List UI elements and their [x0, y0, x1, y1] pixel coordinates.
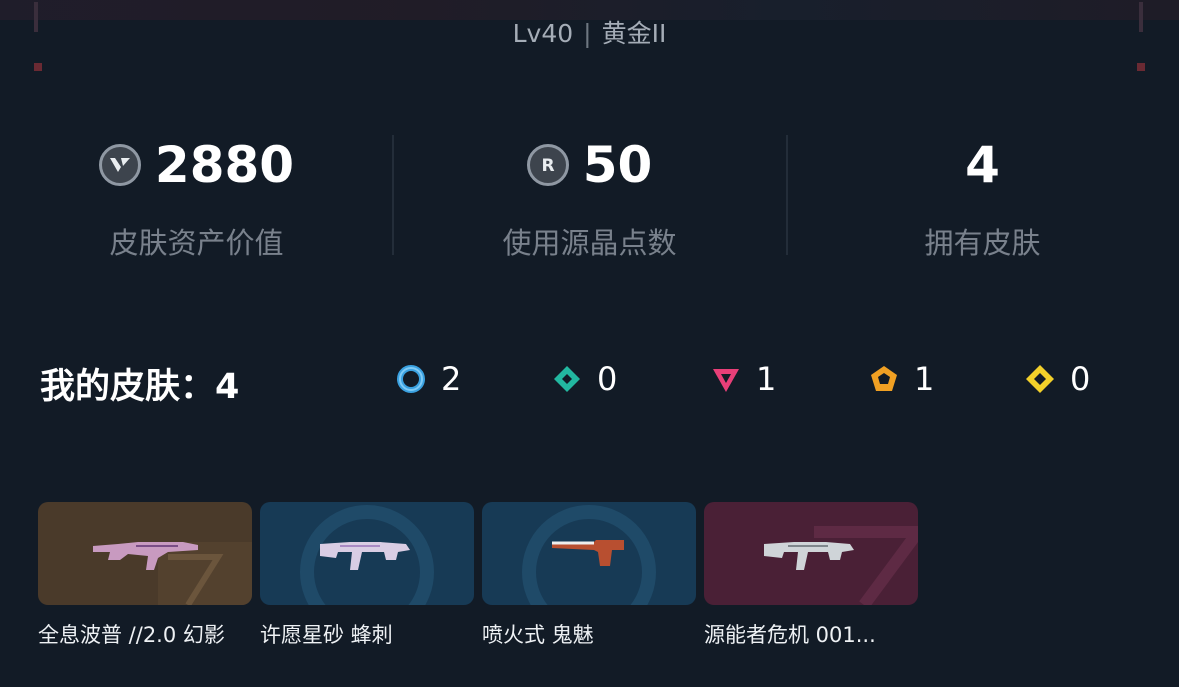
ghost-pistol-icon	[552, 540, 624, 566]
spectre-smg-icon	[764, 542, 854, 570]
radianite-used-amount: 50	[582, 136, 653, 194]
tier-deluxe-count: 0	[597, 360, 618, 398]
skin-card[interactable]: 源能者危机 001...	[704, 502, 918, 649]
tier-select-count: 2	[441, 360, 462, 398]
tier-exclusive: 1	[868, 360, 934, 398]
left-edge-marker	[34, 63, 42, 71]
tier-ultra: 0	[1024, 360, 1090, 398]
select-tier-icon	[397, 365, 425, 393]
skin-thumbnail	[704, 502, 918, 605]
skin-name: 喷火式 鬼魅	[482, 623, 594, 647]
stat-radianite-used: R 50 使用源晶点数	[393, 130, 786, 262]
skin-thumbnail	[482, 502, 696, 605]
tier-ultra-count: 0	[1070, 360, 1091, 398]
phantom-rifle-icon	[93, 542, 198, 570]
player-level: Lv40	[512, 19, 574, 48]
radianite-used-label: 使用源晶点数	[502, 226, 677, 260]
right-edge-marker	[1137, 63, 1145, 71]
skin-name: 全息波普 //2.0 幻影	[38, 623, 225, 647]
owned-skins-amount: 4	[965, 136, 1000, 194]
owned-skins-label: 拥有皮肤	[924, 226, 1041, 260]
my-skins-count: 4	[215, 367, 240, 407]
skin-name: 源能者危机 001...	[704, 623, 876, 647]
player-rank: 黄金II	[601, 19, 667, 48]
tier-premium-count: 1	[756, 360, 777, 398]
skin-value-amount: 2880	[154, 136, 295, 194]
radianite-point-icon: R	[526, 144, 569, 186]
svg-text:R: R	[541, 156, 554, 176]
level-separator: |	[583, 19, 592, 48]
my-skins-title: 我的皮肤：	[40, 367, 216, 407]
tier-select: 2	[395, 360, 461, 398]
my-skins-heading: 我的皮肤：4	[40, 358, 239, 409]
exclusive-tier-icon	[871, 366, 897, 391]
ultra-tier-icon	[1026, 365, 1054, 393]
premium-tier-icon	[713, 369, 739, 392]
skin-thumbnail	[260, 502, 474, 605]
skin-card[interactable]: 喷火式 鬼魅	[482, 502, 696, 649]
skin-thumbnail	[38, 502, 252, 605]
deluxe-tier-icon	[554, 366, 580, 392]
stat-owned-skins: 4 拥有皮肤	[786, 130, 1179, 262]
skin-card[interactable]: 许愿星砂 蜂刺	[260, 502, 474, 649]
stat-skin-value: 2880 皮肤资产价值	[0, 130, 393, 262]
player-level-rank: Lv40 | 黄金II	[0, 14, 1179, 50]
valorant-point-icon	[98, 144, 141, 186]
tier-deluxe: 0	[551, 360, 617, 398]
skin-name: 许愿星砂 蜂刺	[260, 623, 393, 647]
tier-premium: 1	[710, 360, 776, 398]
skin-card[interactable]: 全息波普 //2.0 幻影	[38, 502, 252, 649]
skin-value-label: 皮肤资产价值	[109, 226, 284, 260]
spectre-smg-icon	[320, 542, 410, 570]
tier-exclusive-count: 1	[914, 360, 935, 398]
